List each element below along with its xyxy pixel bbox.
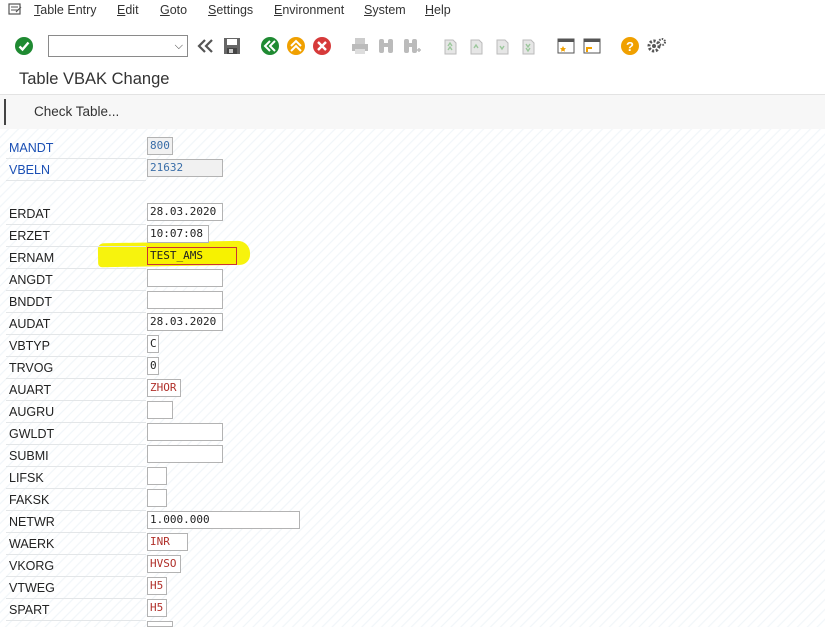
help-icon[interactable]: ? — [619, 35, 641, 57]
field-row-gwldt: GWLDT — [6, 422, 146, 445]
field-label: MANDT — [9, 141, 54, 155]
page-title: Table VBAK Change — [19, 70, 170, 88]
auart-field[interactable]: ZHOR — [147, 379, 181, 397]
field-label: AUART — [9, 383, 52, 397]
field-label: TRVOG — [9, 361, 54, 375]
trvog-field[interactable]: 0 — [147, 357, 159, 375]
gwldt-field[interactable] — [147, 423, 223, 441]
bnddt-field[interactable] — [147, 291, 223, 309]
field-row-erzet: ERZET — [6, 224, 146, 247]
field-label: AUDAT — [9, 317, 51, 331]
find-icon — [375, 35, 397, 57]
field-row-vbtyp: VBTYP — [6, 334, 146, 357]
menu-settings[interactable]: Settings — [208, 3, 253, 17]
field-row-audat: AUDAT — [6, 312, 146, 335]
spart-field[interactable]: H5 — [147, 599, 167, 617]
field-row-trvog: TRVOG — [6, 356, 146, 379]
vtweg-field[interactable]: H5 — [147, 577, 167, 595]
last-page-icon — [517, 35, 539, 57]
system-menu-icon[interactable] — [8, 2, 22, 16]
field-label: ERDAT — [9, 207, 51, 221]
field-row-vbeln: VBELN — [6, 158, 146, 181]
field-row-netwr: NETWR — [6, 510, 146, 533]
field-label: VBTYP — [9, 339, 50, 353]
next-page-icon — [491, 35, 513, 57]
field-label: VBELN — [9, 163, 50, 177]
field-label: ANGDT — [9, 273, 53, 287]
toolbar-separator — [4, 99, 6, 125]
checkmark-icon[interactable] — [13, 35, 35, 57]
netwr-field[interactable]: 1.000.000 — [147, 511, 300, 529]
partial-field[interactable] — [147, 621, 173, 627]
field-row-erdat: ERDAT — [6, 202, 146, 225]
field-row-auart: AUART — [6, 378, 146, 401]
field-label: BNDDT — [9, 295, 53, 309]
field-row-partial — [6, 620, 146, 627]
menu-environment[interactable]: Environment — [274, 3, 344, 17]
mandt-field: 800 — [147, 137, 173, 155]
find-next-icon — [401, 35, 423, 57]
svg-text:?: ? — [626, 39, 634, 54]
field-label: AUGRU — [9, 405, 55, 419]
menu-bar: Table Entry Edit Goto Settings Environme… — [0, 0, 825, 22]
back-icon[interactable] — [259, 35, 281, 57]
field-row-waerk: WAERK — [6, 532, 146, 555]
field-row-bnddt: BNDDT — [6, 290, 146, 313]
field-label: GWLDT — [9, 427, 55, 441]
exit-icon[interactable] — [285, 35, 307, 57]
menu-system[interactable]: System — [364, 3, 406, 17]
vbtyp-field[interactable]: C — [147, 335, 159, 353]
field-row-angdt: ANGDT — [6, 268, 146, 291]
field-label: SPART — [9, 603, 50, 617]
field-label: VKORG — [9, 559, 55, 573]
waerk-field[interactable]: INR — [147, 533, 188, 551]
ernam-field[interactable]: TEST_AMS — [147, 247, 237, 265]
print-icon — [349, 35, 371, 57]
augru-field[interactable] — [147, 401, 173, 419]
first-page-icon — [439, 35, 461, 57]
menu-edit[interactable]: Edit — [117, 3, 139, 17]
angdt-field[interactable] — [147, 269, 223, 287]
submi-field[interactable] — [147, 445, 223, 463]
back-double-icon[interactable] — [194, 35, 216, 57]
field-label: LIFSK — [9, 471, 44, 485]
field-label: VTWEG — [9, 581, 55, 595]
field-label: FAKSK — [9, 493, 50, 507]
erzet-field[interactable]: 10:07:08 — [147, 225, 209, 243]
field-label: ERZET — [9, 229, 50, 243]
settings-gear-icon[interactable] — [645, 35, 667, 57]
menu-help[interactable]: Help — [425, 3, 451, 17]
previous-page-icon — [465, 35, 487, 57]
vbeln-field: 21632 — [147, 159, 223, 177]
create-session-icon[interactable] — [555, 35, 577, 57]
menu-goto[interactable]: Goto — [160, 3, 187, 17]
field-row-mandt: MANDT — [6, 136, 146, 159]
menu-table-entry[interactable]: Table Entry — [34, 3, 97, 17]
audat-field[interactable]: 28.03.2020 — [147, 313, 223, 331]
save-icon[interactable] — [221, 35, 243, 57]
vkorg-field[interactable]: HVSO — [147, 555, 181, 573]
field-row-vkorg: VKORG — [6, 554, 146, 577]
field-label: ERNAM — [9, 251, 55, 265]
application-toolbar: Check Table... — [0, 94, 825, 130]
faksk-field[interactable] — [147, 489, 167, 507]
field-label: SUBMI — [9, 449, 49, 463]
field-row-lifsk: LIFSK — [6, 466, 146, 489]
lifsk-field[interactable] — [147, 467, 167, 485]
field-label: NETWR — [9, 515, 55, 529]
field-row-submi: SUBMI — [6, 444, 146, 467]
shortcut-icon[interactable] — [581, 35, 603, 57]
field-row-ernam: ERNAM — [6, 246, 146, 269]
check-table-button[interactable]: Check Table... — [34, 104, 119, 119]
field-row-spart: SPART — [6, 598, 146, 621]
field-label: WAERK — [9, 537, 55, 551]
command-field[interactable]: ⌵ — [48, 35, 188, 57]
chevron-down-icon[interactable]: ⌵ — [175, 40, 183, 53]
field-row-augru: AUGRU — [6, 400, 146, 423]
erdat-field[interactable]: 28.03.2020 — [147, 203, 223, 221]
cancel-icon[interactable] — [311, 35, 333, 57]
field-row-faksk: FAKSK — [6, 488, 146, 511]
field-row-vtweg: VTWEG — [6, 576, 146, 599]
